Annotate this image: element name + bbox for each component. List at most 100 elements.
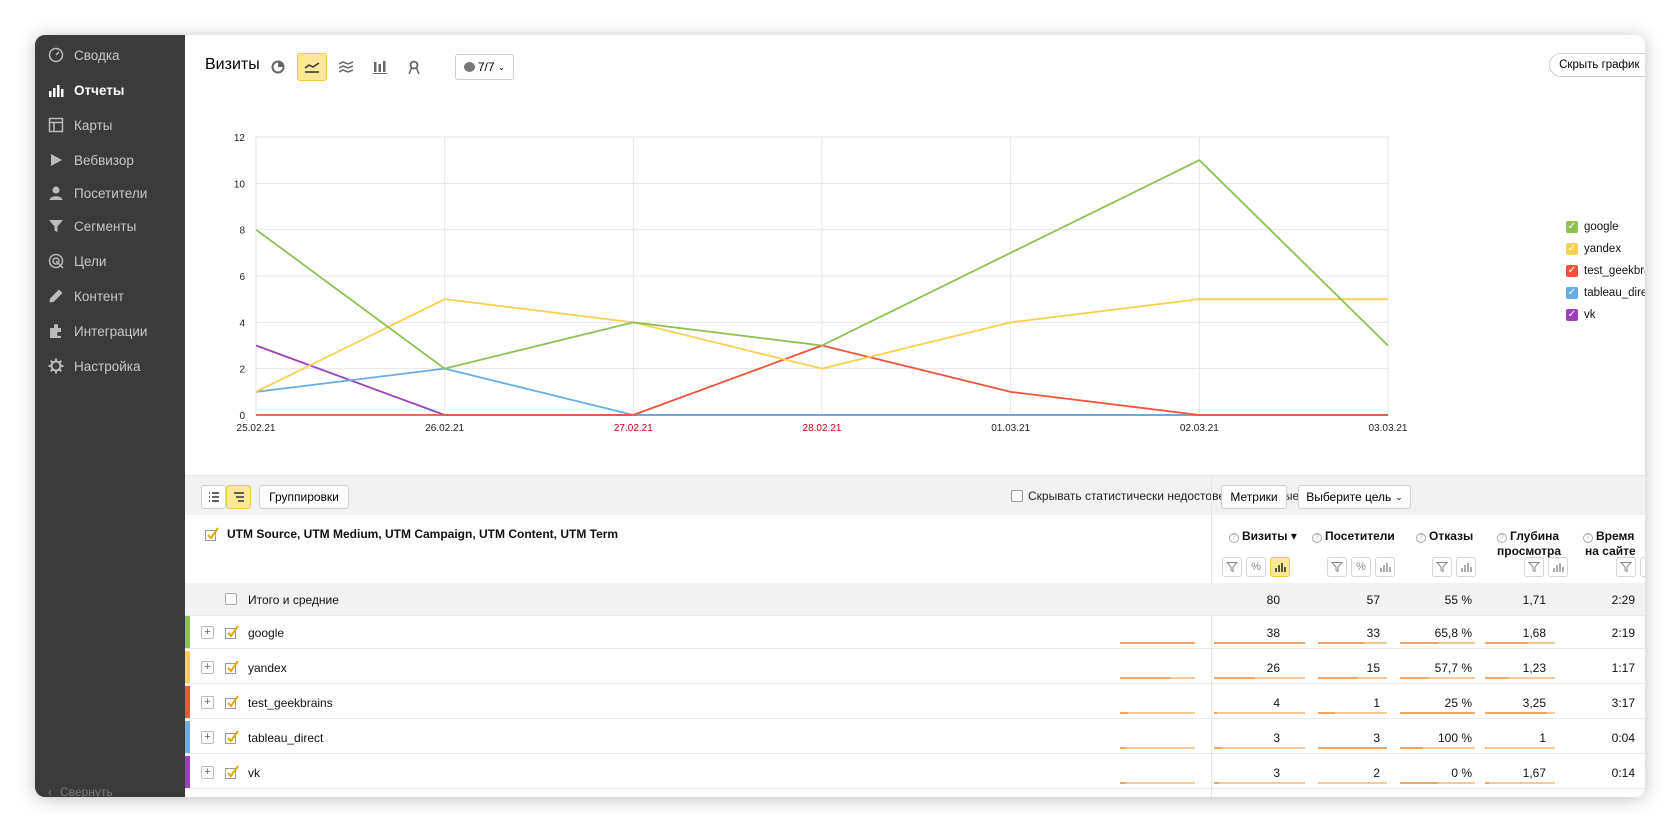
row-value: 3:17 [1611,696,1635,710]
puzzle-icon [48,323,64,339]
value-bar-fill [1485,747,1486,749]
depth-column-tools [1524,557,1568,577]
row-color-stripe [185,686,190,718]
metrics-button[interactable]: Метрики [1221,485,1287,509]
visits-column-tools: % [1222,557,1290,577]
bars-toggle-button[interactable] [1456,557,1476,577]
checkmark-icon[interactable]: ✓ [1566,287,1578,299]
bars-icon [1275,563,1286,572]
row-label[interactable]: vk [248,766,260,780]
sidebar-item-reports[interactable]: Отчеты [48,78,124,102]
filter-button[interactable] [1432,557,1452,577]
percent-button[interactable]: % [1351,557,1371,577]
column-chart-button[interactable] [365,53,395,81]
map-chart-button[interactable] [399,53,429,81]
row-checkbox[interactable] [225,730,239,744]
legend-item[interactable]: ✓ yandex [1566,238,1645,260]
collapse-sidebar-button[interactable]: ‹ Свернуть [48,785,113,797]
expand-button[interactable]: + [201,661,214,674]
value-bar-fill [1400,642,1439,644]
totals-checkbox[interactable] [225,593,237,605]
row-label[interactable]: tableau_direct [248,731,323,745]
column-header-depth[interactable]: ? Глубина просмотра [1497,529,1561,559]
value-bar [1318,642,1387,644]
legend-item[interactable]: ✓ test_geekbrains [1566,260,1645,282]
list-view-button[interactable] [201,485,226,509]
legend-item[interactable]: ✓ vk [1566,304,1645,326]
row-value: 57,7 % [1434,661,1472,675]
row-checkbox[interactable] [225,660,239,674]
checkmark-icon[interactable]: ✓ [1566,243,1578,255]
row-label[interactable]: yandex [248,661,287,675]
legend-item[interactable]: ✓ google [1566,216,1645,238]
checkbox-box[interactable] [1011,490,1023,502]
filter-button[interactable] [1222,557,1242,577]
goal-select[interactable]: Выберите цель ⌄ [1298,485,1411,509]
sidebar-item-webvisor[interactable]: Вебвизор [48,148,134,172]
row-checkbox[interactable] [225,695,239,709]
checkmark-icon[interactable]: ✓ [1566,265,1578,277]
table-row[interactable]: + yandex 26 15 57,7 % 1,23 1:17 [185,651,1645,684]
sidebar-item-visitors[interactable]: Посетители [48,181,147,205]
sidebar-item-label: Настройка [74,358,141,374]
series-selector[interactable]: 7/7 ⌄ [455,54,514,80]
user-icon [48,185,64,201]
filter-button[interactable] [1327,557,1347,577]
column-header-visits[interactable]: ? Визиты ▾ [1229,529,1297,544]
sidebar-item-label: Посетители [74,185,148,201]
sidebar-item-integrations[interactable]: Интеграции [48,319,147,343]
value-bar-fill [1120,712,1128,714]
percent-button[interactable]: % [1246,557,1266,577]
tree-view-button[interactable] [226,485,251,509]
row-value: 65,8 % [1434,626,1472,640]
total-visitors: 57 [1366,593,1380,607]
row-value: 26 [1266,661,1280,675]
filter-button[interactable] [1616,557,1636,577]
checkmark-icon[interactable]: ✓ [1566,221,1578,233]
table-row[interactable]: + tableau_direct 3 3 100 % 1 0:04 [185,721,1645,754]
column-header-time[interactable]: ? Время на сайте [1583,529,1636,559]
row-label[interactable]: test_geekbrains [248,696,333,710]
line-chart-button[interactable] [297,53,327,81]
expand-button[interactable]: + [201,696,214,709]
value-bar-fill [1120,747,1126,749]
bars-toggle-button[interactable] [1640,557,1645,577]
value-bar [1120,712,1195,714]
bars-toggle-button[interactable] [1270,557,1290,577]
groupings-button[interactable]: Группировки [259,485,349,509]
bars-toggle-button[interactable] [1375,557,1395,577]
bounces-column-tools [1432,557,1476,577]
expand-button[interactable]: + [201,731,214,744]
sidebar-item-segments[interactable]: Сегменты [48,214,136,238]
sidebar-item-summary[interactable]: Сводка [48,43,120,67]
column-header-bounces[interactable]: ? Отказы [1416,529,1473,544]
checkmark-icon[interactable] [205,527,219,541]
sidebar-item-goals[interactable]: Цели [48,249,106,273]
legend-item[interactable]: ✓ tableau_direct [1566,282,1645,304]
value-bar [1485,747,1555,749]
sidebar-item-content[interactable]: Контент [48,284,124,308]
row-checkbox[interactable] [225,765,239,779]
column-header-visitors[interactable]: ? Посетители [1312,529,1395,544]
expand-button[interactable]: + [201,626,214,639]
bars-toggle-button[interactable] [1548,557,1568,577]
table-row[interactable]: + test_geekbrains 4 1 25 % 3,25 3:17 [185,686,1645,719]
row-checkbox[interactable] [225,625,239,639]
value-bar [1485,712,1555,714]
pie-chart-button[interactable] [263,53,293,81]
table-row[interactable]: + vk 3 2 0 % 1,67 0:14 [185,756,1645,789]
help-icon: ? [1416,533,1426,543]
row-value: 1,68 [1522,626,1546,640]
area-chart-button[interactable] [331,53,361,81]
checkmark-icon[interactable]: ✓ [1566,309,1578,321]
expand-button[interactable]: + [201,766,214,779]
value-bar-fill [1485,782,1489,784]
value-bar-fill [1400,747,1423,749]
hide-chart-button[interactable]: Скрыть график ⌃ [1549,53,1645,77]
value-bar [1318,782,1387,784]
row-label[interactable]: google [248,626,284,640]
sidebar-item-settings[interactable]: Настройка [48,354,140,378]
table-row[interactable]: + google 38 33 65,8 % 1,68 2:19 [185,616,1645,649]
filter-button[interactable] [1524,557,1544,577]
sidebar-item-maps[interactable]: Карты [48,113,112,137]
